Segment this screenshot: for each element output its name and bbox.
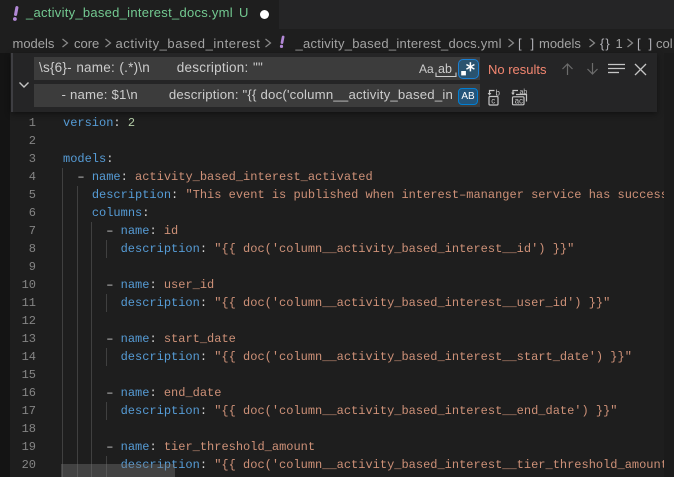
svg-text:c: c [491, 97, 495, 106]
svg-text:b: b [496, 89, 501, 98]
svg-text:ac: ac [515, 97, 523, 106]
svg-text:ab: ab [520, 89, 528, 96]
